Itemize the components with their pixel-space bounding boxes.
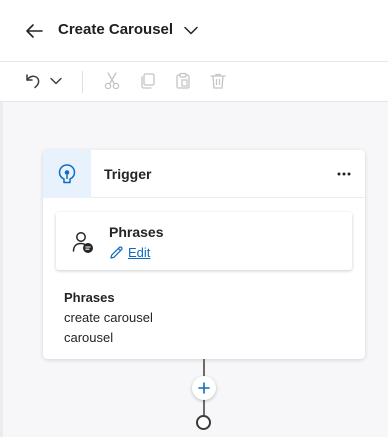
trigger-node-header: Trigger xyxy=(43,150,365,198)
undo-menu-button[interactable] xyxy=(45,70,67,92)
copy-icon xyxy=(141,73,155,89)
phrases-summary-title: Phrases xyxy=(64,290,115,305)
back-button[interactable] xyxy=(22,19,46,43)
delete-icon xyxy=(210,73,226,89)
toolbar-divider xyxy=(82,71,83,93)
trigger-icon xyxy=(58,164,76,184)
phrase-list-item: carousel xyxy=(64,330,114,345)
paste-icon xyxy=(176,72,190,89)
page-title: Create Carousel xyxy=(58,21,174,38)
plus-icon xyxy=(198,382,210,394)
editor-toolbar xyxy=(0,62,388,102)
paste-button[interactable] xyxy=(172,70,194,92)
arrow-left-icon xyxy=(26,24,43,38)
cut-button[interactable] xyxy=(101,70,123,92)
cut-icon xyxy=(104,72,120,90)
editor-header: Create Carousel xyxy=(0,0,388,62)
undo-icon xyxy=(26,74,40,89)
trigger-icon-container xyxy=(43,150,91,198)
copy-button[interactable] xyxy=(137,70,159,92)
more-horizontal-icon xyxy=(337,172,351,176)
title-menu-button[interactable] xyxy=(183,22,199,38)
edit-phrases-link[interactable]: Edit xyxy=(109,243,150,261)
phrases-panel-title: Phrases xyxy=(109,224,164,240)
add-node-button[interactable] xyxy=(192,376,216,400)
delete-button[interactable] xyxy=(207,70,229,92)
pencil-icon xyxy=(110,245,123,259)
undo-button[interactable] xyxy=(22,70,44,92)
person-chat-icon xyxy=(72,232,93,253)
trigger-node[interactable]: Trigger Phrases Edit Phrases create caro… xyxy=(43,150,365,359)
edit-phrases-label: Edit xyxy=(128,244,151,260)
phrase-list-item: create carousel xyxy=(64,310,153,325)
phrases-panel: Phrases Edit xyxy=(56,212,352,270)
end-circle-icon xyxy=(196,415,211,430)
trigger-node-title: Trigger xyxy=(104,166,152,182)
chevron-down-icon xyxy=(184,26,198,34)
trigger-more-options-button[interactable] xyxy=(333,164,355,184)
chevron-down-icon xyxy=(50,77,62,85)
